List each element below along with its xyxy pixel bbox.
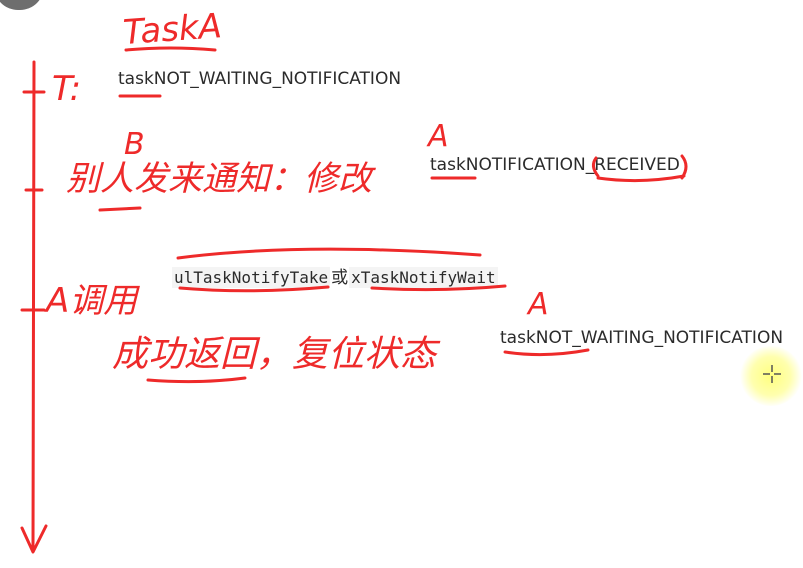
- underline-received: [596, 174, 686, 183]
- underline-api-2: [370, 284, 507, 292]
- whiteboard-canvas: taskNOT_WAITING_NOTIFICATION taskNOTIFIC…: [0, 0, 803, 568]
- hand-a-mark-2: A: [526, 287, 549, 322]
- crosshair-cursor-icon: [763, 365, 781, 383]
- hand-row4: 成功返回，复位状态: [112, 334, 441, 375]
- hand-a-mark-1: A: [426, 119, 449, 154]
- paren-received: [591, 156, 600, 178]
- paren-received-close: [680, 154, 688, 180]
- hand-row2: 别人发来通知：修改: [66, 159, 376, 199]
- hand-row3-prefix: A调用: [44, 281, 140, 321]
- underline-success: [146, 376, 247, 384]
- arc-api: [176, 247, 482, 260]
- handwriting-layer: TaskA T: B 别人发来通知：修改 A A调用 A 成功返回，复位状态: [20, 6, 688, 554]
- underline-task-3: [503, 348, 590, 357]
- underline-api-1: [178, 285, 330, 293]
- underline-people: [98, 206, 142, 212]
- hand-b-mark: B: [124, 127, 145, 162]
- timeline-line: [31, 60, 36, 550]
- hand-t-label: T:: [52, 69, 81, 109]
- hand-title: TaskA: [122, 6, 223, 53]
